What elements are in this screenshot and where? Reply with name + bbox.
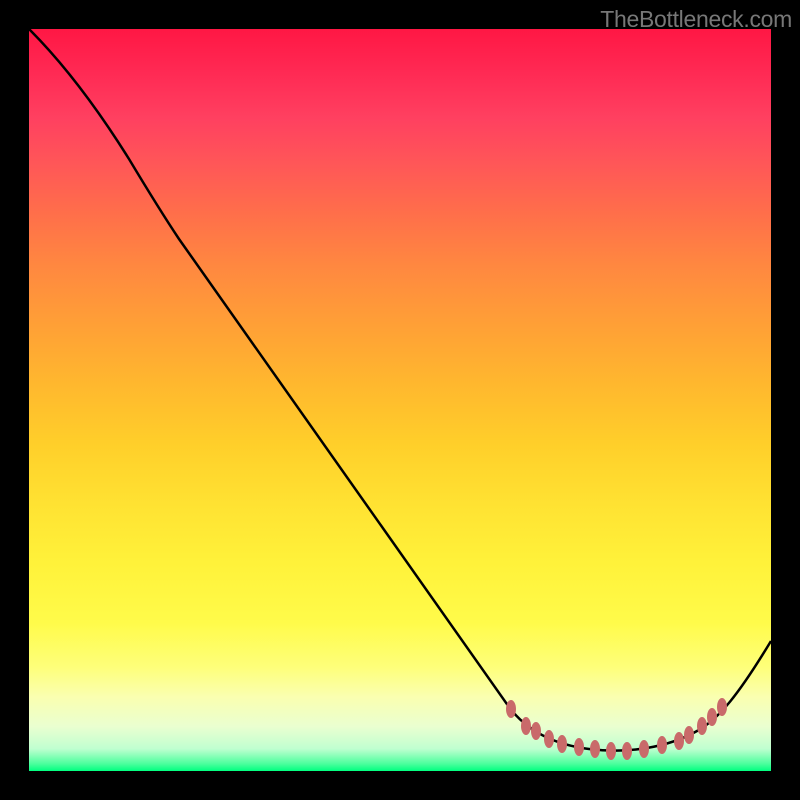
plot-area bbox=[29, 29, 771, 771]
marker-dot bbox=[697, 717, 707, 735]
marker-dot bbox=[707, 708, 717, 726]
marker-dot bbox=[531, 722, 541, 740]
marker-dot bbox=[521, 717, 531, 735]
marker-dot bbox=[657, 736, 667, 754]
marker-dot bbox=[574, 738, 584, 756]
marker-dot bbox=[606, 742, 616, 760]
marker-dot bbox=[544, 730, 554, 748]
marker-dot bbox=[717, 698, 727, 716]
chart-frame: TheBottleneck.com bbox=[0, 0, 800, 800]
marker-dot bbox=[506, 700, 516, 718]
marker-dot bbox=[684, 726, 694, 744]
marker-dot bbox=[674, 732, 684, 750]
chart-svg bbox=[29, 29, 771, 771]
marker-dot bbox=[557, 735, 567, 753]
marker-dot bbox=[622, 742, 632, 760]
marker-dot bbox=[590, 740, 600, 758]
marker-dot bbox=[639, 740, 649, 758]
bottleneck-curve bbox=[29, 29, 771, 751]
